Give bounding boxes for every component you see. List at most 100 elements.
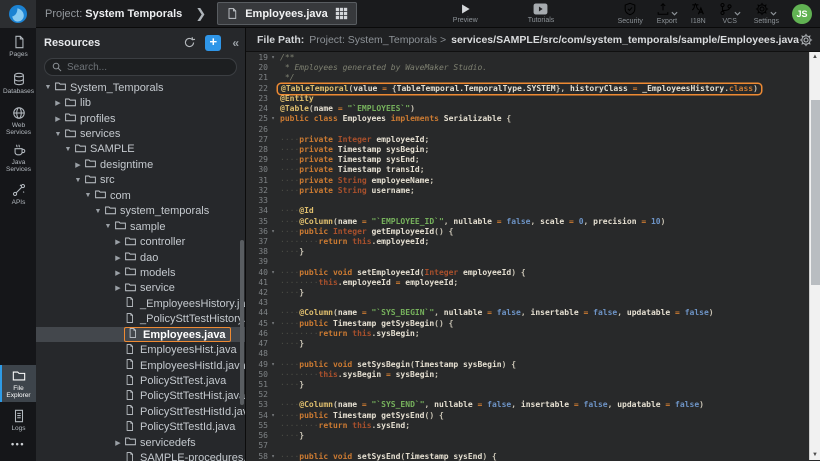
code-line-50[interactable]: 50········this.sysBegin = sysBegin;	[246, 370, 820, 380]
chevron-collapsed-icon[interactable]: ▶	[112, 284, 124, 292]
topbar-vcs-button[interactable]: VCS	[719, 2, 741, 25]
fold-marker-icon[interactable]: ▾	[268, 114, 278, 124]
code-line-27[interactable]: 27····private Integer employeeId;	[246, 135, 820, 145]
chevron-collapsed-icon[interactable]: ▶	[72, 161, 84, 169]
chevron-expanded-icon[interactable]: ▼	[92, 208, 104, 215]
scroll-up-icon[interactable]: ▲	[810, 53, 820, 61]
tree-file-policystttesthist-java[interactable]: PolicySttTestHist.java	[36, 389, 245, 404]
tree-file-employees-java[interactable]: Employees.java	[36, 327, 245, 342]
code-line-25[interactable]: 25▾public class Employees implements Ser…	[246, 114, 820, 124]
search-input[interactable]	[67, 62, 229, 73]
editor-scrollbar[interactable]: ▲ ▼	[809, 52, 820, 460]
rail-item-web-services[interactable]: Web Services	[0, 102, 36, 139]
fold-marker-icon[interactable]: ▾	[268, 319, 278, 329]
code-line-20[interactable]: 20 * Employees generated by WaveMaker St…	[246, 63, 820, 73]
tree-file-policystttest-java[interactable]: PolicySttTest.java	[36, 373, 245, 388]
chevron-collapsed-icon[interactable]: ▶	[52, 99, 64, 107]
code-line-41[interactable]: 41········this.employeeId = employeeId;	[246, 278, 820, 288]
wavemaker-logo[interactable]	[0, 0, 36, 28]
chevron-collapsed-icon[interactable]: ▶	[112, 238, 124, 246]
chevron-expanded-icon[interactable]: ▼	[82, 192, 94, 199]
code-line-30[interactable]: 30····private Timestamp transId;	[246, 165, 820, 175]
grid-icon[interactable]	[335, 7, 348, 20]
code-line-55[interactable]: 55········return this.sysEnd;	[246, 421, 820, 431]
code-line-57[interactable]: 57	[246, 441, 820, 451]
code-line-37[interactable]: 37········return this.employeeId;	[246, 237, 820, 247]
chevron-expanded-icon[interactable]: ▼	[102, 223, 114, 230]
code-line-35[interactable]: 35····@Column(name = "`EMPLOYEE_ID`", nu…	[246, 217, 820, 227]
tree-folder-service[interactable]: ▶service	[36, 281, 245, 296]
fold-marker-icon[interactable]: ▾	[268, 360, 278, 370]
tree-file-sample-procedures-mappings-json[interactable]: SAMPLE-procedures.mappings.json	[36, 451, 245, 461]
code-line-43[interactable]: 43	[246, 298, 820, 308]
code-line-44[interactable]: 44····@Column(name = "`SYS_BEGIN`", null…	[246, 308, 820, 318]
code-line-48[interactable]: 48	[246, 349, 820, 359]
code-line-33[interactable]: 33	[246, 196, 820, 206]
code-line-29[interactable]: 29····private Timestamp sysEnd;	[246, 155, 820, 165]
code-line-56[interactable]: 56····}	[246, 431, 820, 441]
tree-folder-profiles[interactable]: ▶profiles	[36, 111, 245, 126]
code-line-19[interactable]: 19▾/**	[246, 53, 820, 63]
fold-marker-icon[interactable]: ▾	[268, 268, 278, 278]
code-line-42[interactable]: 42····}	[246, 288, 820, 298]
tree-file-policystttestid-java[interactable]: PolicySttTestId.java	[36, 420, 245, 435]
tree-folder-lib[interactable]: ▶lib	[36, 95, 245, 110]
code-line-58[interactable]: 58▾····public void setSysEnd(Timestamp s…	[246, 452, 820, 461]
code-line-36[interactable]: 36▾····public Integer getEmployeeId() {	[246, 227, 820, 237]
code-line-22[interactable]: 22@TableTemporal(value = {TableTemporal.…	[246, 84, 820, 94]
code-line-23[interactable]: 23@Entity	[246, 94, 820, 104]
rail-item-apis[interactable]: APIs	[0, 176, 36, 213]
refresh-icon[interactable]	[183, 36, 196, 49]
code-line-54[interactable]: 54▾····public Timestamp getSysEnd() {	[246, 411, 820, 421]
fold-marker-icon[interactable]: ▾	[268, 227, 278, 237]
code-line-45[interactable]: 45▾····public Timestamp getSysBegin() {	[246, 319, 820, 329]
add-resource-button[interactable]: +	[205, 35, 221, 51]
tree-folder-system-temporals[interactable]: ▼system_temporals	[36, 204, 245, 219]
preview-button[interactable]: Preview	[453, 3, 478, 24]
tree-folder-controller[interactable]: ▶controller	[36, 234, 245, 249]
rail-more-button[interactable]: •••	[0, 439, 36, 461]
code-line-39[interactable]: 39	[246, 257, 820, 267]
code-line-46[interactable]: 46········return this.sysBegin;	[246, 329, 820, 339]
tree-folder-services[interactable]: ▼services	[36, 126, 245, 141]
tree-folder-designtime[interactable]: ▶designtime	[36, 157, 245, 172]
editor-scrollbar-thumb[interactable]	[811, 100, 820, 285]
code-line-51[interactable]: 51····}	[246, 380, 820, 390]
tree-file-employeeshistid-java[interactable]: EmployeesHistId.java	[36, 358, 245, 373]
tree-folder-sample[interactable]: ▼SAMPLE	[36, 142, 245, 157]
breadcrumb-project[interactable]: Project:System Temporals	[45, 8, 182, 20]
code-line-32[interactable]: 32····private String username;	[246, 186, 820, 196]
rail-item-databases[interactable]: Databases	[0, 65, 36, 102]
tree-folder-servicedefs[interactable]: ▶servicedefs	[36, 435, 245, 450]
rail-item-java-services[interactable]: Java Services	[0, 139, 36, 176]
chevron-expanded-icon[interactable]: ▼	[62, 146, 74, 153]
fold-marker-icon[interactable]: ▾	[268, 411, 278, 421]
code-line-49[interactable]: 49▾····public void setSysBegin(Timestamp…	[246, 360, 820, 370]
tab-employees-java[interactable]: Employees.java	[217, 2, 357, 25]
topbar-i18n-button[interactable]: I18N	[691, 2, 706, 25]
chevron-expanded-icon[interactable]: ▼	[72, 177, 84, 184]
tree-file--employeeshistory-java[interactable]: _EmployeesHistory.java	[36, 296, 245, 311]
code-line-26[interactable]: 26	[246, 125, 820, 135]
chevron-expanded-icon[interactable]: ▼	[42, 84, 54, 91]
file-settings-button[interactable]	[799, 33, 813, 47]
fold-marker-icon[interactable]: ▾	[268, 452, 278, 461]
topbar-export-button[interactable]: Export	[656, 2, 678, 25]
tree-folder-models[interactable]: ▶models	[36, 265, 245, 280]
code-line-34[interactable]: 34····@Id	[246, 206, 820, 216]
tree-file-policystttesthistid-java[interactable]: PolicySttTestHistId.java	[36, 404, 245, 419]
tree-folder-system-temporals[interactable]: ▼System_Temporals	[36, 80, 245, 95]
code-line-40[interactable]: 40▾····public void setEmployeeId(Integer…	[246, 268, 820, 278]
rail-item-pages[interactable]: Pages	[0, 28, 36, 65]
code-line-38[interactable]: 38····}	[246, 247, 820, 257]
tutorials-button[interactable]: Tutorials	[528, 3, 555, 24]
tree-file--policystttesthistory-java[interactable]: _PolicySttTestHistory.java	[36, 312, 245, 327]
user-avatar[interactable]: JS	[792, 4, 812, 24]
topbar-settings-button[interactable]: Settings	[754, 2, 779, 25]
chevron-collapsed-icon[interactable]: ▶	[52, 115, 64, 123]
chevron-collapsed-icon[interactable]: ▶	[112, 254, 124, 262]
code-line-53[interactable]: 53····@Column(name = "`SYS_END`", nullab…	[246, 400, 820, 410]
chevron-expanded-icon[interactable]: ▼	[52, 131, 64, 138]
rail-item-file-explorer[interactable]: File Explorer	[0, 365, 36, 402]
code-area[interactable]: 19▾/**20 * Employees generated by WaveMa…	[246, 52, 820, 461]
